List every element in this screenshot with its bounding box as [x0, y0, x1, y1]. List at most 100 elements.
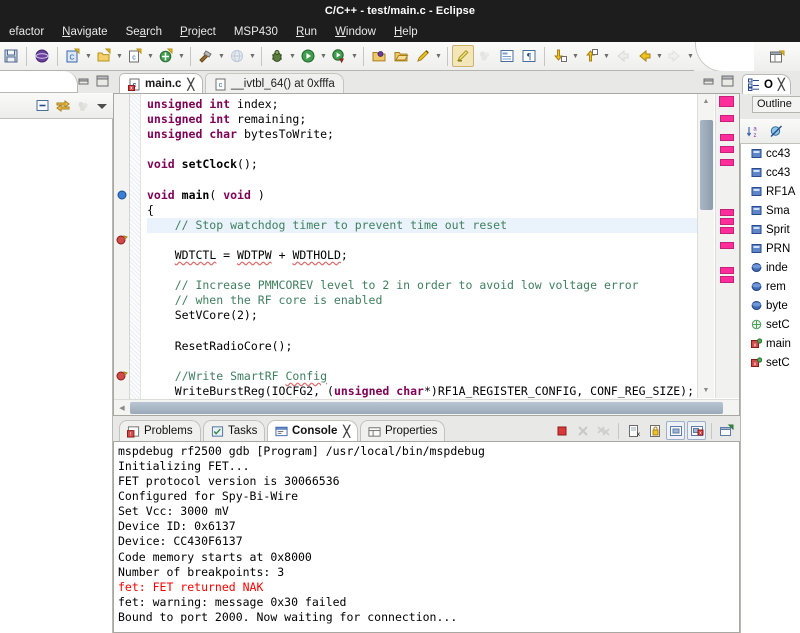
editor-vertical-scrollbar[interactable]: ▲ ▼ [697, 94, 714, 398]
chevron-down-icon[interactable]: ▼ [602, 45, 611, 67]
editor-gutter[interactable] [114, 94, 130, 415]
scroll-lock-button[interactable] [645, 421, 664, 440]
toggle-mark-occurrences-button[interactable] [452, 45, 474, 67]
next-annotation-button[interactable] [549, 45, 571, 67]
console-tab-tasks[interactable]: Tasks [203, 420, 265, 441]
pin-console-button[interactable] [666, 421, 685, 440]
view-menu-icon[interactable] [95, 99, 109, 113]
scroll-left-icon[interactable]: ◀ [114, 400, 130, 415]
ruler-marker[interactable] [720, 146, 734, 153]
filter-icon[interactable] [76, 99, 90, 113]
menu-item-efactor[interactable]: efactor [0, 22, 53, 42]
editor-tab-ivtbl[interactable]: c __ivtbl_64() at 0xfffa [205, 73, 344, 94]
ruler-marker[interactable] [720, 242, 734, 249]
toggle-members-button[interactable] [474, 45, 496, 67]
perspective-switcher[interactable] [754, 42, 800, 71]
editor-overview-ruler[interactable] [715, 94, 739, 398]
editor-tab-close-icon[interactable]: ╳ [187, 78, 194, 91]
outline-item[interactable]: byte [741, 296, 800, 315]
console-tab-properties[interactable]: Properties [360, 420, 445, 441]
hscroll-thumb[interactable] [130, 402, 723, 414]
chevron-down-icon[interactable]: ▼ [84, 45, 93, 67]
ruler-marker[interactable] [720, 115, 734, 122]
console-output[interactable]: Initializing FET... FET protocol version… [114, 459, 739, 632]
chevron-down-icon[interactable]: ▼ [115, 45, 124, 67]
chevron-down-icon[interactable]: ▼ [217, 45, 226, 67]
console-tab-console[interactable]: Console╳ [267, 420, 358, 441]
chevron-down-icon[interactable]: ▼ [571, 45, 580, 67]
chevron-down-icon[interactable]: ▼ [248, 45, 257, 67]
chevron-down-icon[interactable]: ▼ [146, 45, 155, 67]
ruler-marker[interactable] [720, 209, 734, 216]
code-editor[interactable]: unsigned int index; unsigned int remaini… [141, 94, 697, 398]
debug-button[interactable] [266, 45, 288, 67]
outline-item[interactable]: xmain [741, 334, 800, 353]
new-folder-button[interactable] [93, 45, 115, 67]
open-console-button[interactable] [717, 421, 736, 440]
build-all-button[interactable] [31, 45, 53, 67]
remove-all-terminated-button[interactable] [594, 421, 613, 440]
outline-item[interactable]: Sprit [741, 220, 800, 239]
new-wizard-button[interactable] [155, 45, 177, 67]
save-button[interactable] [0, 45, 22, 67]
ruler-marker[interactable] [720, 267, 734, 274]
ruler-marker[interactable] [720, 276, 734, 283]
outline-item[interactable]: cc43 [741, 144, 800, 163]
chevron-down-icon[interactable]: ▼ [288, 45, 297, 67]
build-button[interactable] [195, 45, 217, 67]
ruler-marker-summary[interactable] [719, 96, 734, 107]
previous-annotation-button[interactable] [580, 45, 602, 67]
clear-console-button[interactable]: x [624, 421, 643, 440]
maximize-icon[interactable] [721, 75, 734, 87]
block-selection-button[interactable] [496, 45, 518, 67]
hide-fields-icon[interactable] [769, 124, 784, 139]
terminate-button[interactable] [552, 421, 571, 440]
console-tab-close-icon[interactable]: ╳ [343, 425, 350, 438]
minimize-icon[interactable] [78, 75, 91, 87]
outline-item[interactable]: cc43 [741, 163, 800, 182]
breakpoint-error-marker[interactable] [116, 234, 128, 246]
chevron-down-icon[interactable]: ▼ [319, 45, 328, 67]
open-type-button[interactable] [368, 45, 390, 67]
sort-az-icon[interactable]: a z [746, 124, 761, 139]
last-edit-button[interactable] [412, 45, 434, 67]
project-explorer-tab[interactable] [0, 71, 78, 93]
ruler-marker[interactable] [720, 218, 734, 225]
scroll-down-icon[interactable]: ▼ [698, 383, 714, 398]
outline-item[interactable]: inde [741, 258, 800, 277]
link-with-editor-icon[interactable] [55, 98, 71, 113]
new-c-project-button[interactable]: C [62, 45, 84, 67]
breakpoint-marker[interactable] [116, 189, 128, 201]
outline-item[interactable]: Sma [741, 201, 800, 220]
maximize-icon[interactable] [96, 75, 109, 87]
ruler-marker[interactable] [720, 134, 734, 141]
open-resource-button[interactable] [390, 45, 412, 67]
new-class-button[interactable]: c [124, 45, 146, 67]
menu-item-search[interactable]: Search [117, 22, 171, 42]
menu-item-help[interactable]: Help [385, 22, 427, 42]
display-selected-console-button[interactable]: x [687, 421, 706, 440]
outline-tree[interactable]: cc43cc43RF1ASmaSpritPRNinderembytesetCxm… [740, 144, 800, 633]
ruler-marker[interactable] [720, 159, 734, 166]
outline-tab-close-icon[interactable]: ╳ [778, 78, 785, 91]
back-button-disabled[interactable] [611, 45, 633, 67]
back-button[interactable] [633, 45, 655, 67]
menu-item-msp430[interactable]: MSP430 [225, 22, 287, 42]
outline-item[interactable]: RF1A [741, 182, 800, 201]
minimize-icon[interactable] [703, 75, 716, 87]
editor-horizontal-scrollbar[interactable]: ◀ [114, 399, 739, 415]
console-tab-problems[interactable]: !Problems [119, 420, 201, 441]
outline-tab[interactable]: O ╳ [742, 74, 791, 94]
ruler-marker[interactable] [720, 227, 734, 234]
outline-item[interactable]: rem [741, 277, 800, 296]
outline-item[interactable]: setC [741, 315, 800, 334]
collapse-all-icon[interactable] [35, 98, 50, 113]
chevron-down-icon[interactable]: ▼ [434, 45, 443, 67]
scroll-thumb[interactable] [700, 120, 713, 210]
breakpoint-error-marker[interactable] [116, 370, 128, 382]
editor-tab-main-c[interactable]: c x main.c ╳ [119, 73, 203, 94]
menu-item-window[interactable]: Window [326, 22, 385, 42]
run-button[interactable] [297, 45, 319, 67]
menu-item-project[interactable]: Project [171, 22, 225, 42]
external-tools-button[interactable] [226, 45, 248, 67]
